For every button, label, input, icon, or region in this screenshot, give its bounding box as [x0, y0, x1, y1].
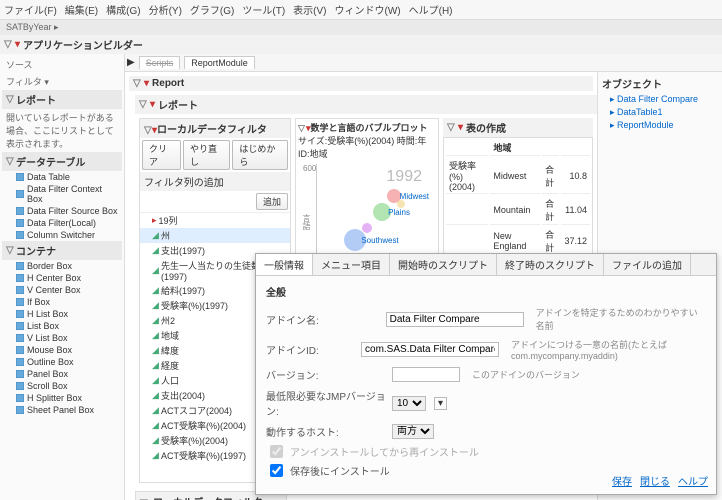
container-item[interactable]: H List Box: [2, 308, 122, 320]
dialog-tab[interactable]: メニュー項目: [313, 254, 390, 275]
menu-item[interactable]: ツール(T): [242, 2, 285, 17]
menu-item[interactable]: ファイル(F): [4, 2, 57, 17]
container-item[interactable]: H Splitter Box: [2, 392, 122, 404]
menu-item[interactable]: ヘルプ(H): [409, 2, 453, 17]
menu-item[interactable]: グラフ(G): [190, 2, 234, 17]
reinstall-checkbox: アンインストールしてから再インストール: [266, 442, 706, 461]
container-item[interactable]: Outline Box: [2, 356, 122, 368]
run-icon[interactable]: ▶: [127, 57, 135, 68]
left-sidebar: ソース フィルタ ▾ ▽レポート 開いているレポートがある場合、ここにリストとし…: [0, 54, 125, 500]
menu-item[interactable]: 編集(E): [65, 2, 98, 17]
save-button[interactable]: 保存: [612, 473, 632, 488]
object-item[interactable]: ▸ Data Filter Compare: [600, 93, 720, 106]
container-item[interactable]: List Box: [2, 320, 122, 332]
module-tabs: ▶ Scripts ReportModule: [125, 54, 722, 72]
dialog-tab[interactable]: 一般情報: [256, 254, 313, 275]
table-title: 表の作成: [466, 120, 506, 135]
help-button[interactable]: ヘルプ: [678, 473, 708, 488]
reportmodule-tab[interactable]: ReportModule: [184, 56, 255, 69]
app-builder-title: ▽ ▾ アプリケーションビルダー: [0, 35, 722, 54]
close-button[interactable]: 閉じる: [640, 473, 670, 488]
addin-version-input[interactable]: [392, 367, 460, 382]
col-count: 19列: [159, 214, 178, 227]
dialog-section: 全般: [266, 284, 706, 303]
container-item[interactable]: H Center Box: [2, 272, 122, 284]
reports-note: 開いているレポートがある場合、ここにリストとして表示されます。: [2, 109, 122, 152]
red-triangle-icon[interactable]: ▾: [15, 39, 20, 50]
year-label: 1992: [386, 168, 422, 186]
datatable-item[interactable]: Data Filter(Local): [2, 217, 122, 229]
document-tab[interactable]: SATByYear ▸: [0, 20, 722, 35]
menu-item[interactable]: 構成(G): [106, 2, 140, 17]
container-item[interactable]: V Center Box: [2, 284, 122, 296]
container-item[interactable]: Scroll Box: [2, 380, 122, 392]
container-item[interactable]: Panel Box: [2, 368, 122, 380]
clear-button[interactable]: クリア: [142, 140, 181, 170]
datatable-item[interactable]: Data Filter Context Box: [2, 183, 122, 205]
disclose-icon[interactable]: ▽: [4, 39, 12, 50]
filter-label[interactable]: フィルタ ▾: [2, 73, 122, 90]
datatables-header[interactable]: ▽データテーブル: [2, 152, 122, 171]
container-item[interactable]: If Box: [2, 296, 122, 308]
datatable-item[interactable]: Data Filter Source Box: [2, 205, 122, 217]
scripts-tab[interactable]: Scripts: [139, 56, 181, 69]
table-row: Mountain合計11.04: [446, 196, 590, 225]
datatable-item[interactable]: Column Switcher: [2, 229, 122, 241]
object-item[interactable]: ▸ ReportModule: [600, 119, 720, 132]
dialog-tab[interactable]: ファイルの追加: [604, 254, 691, 275]
menu-item[interactable]: ウィンドウ(W): [335, 2, 401, 17]
host-select[interactable]: 両方: [392, 424, 434, 439]
addin-dialog: 一般情報メニュー項目開始時のスクリプト終了時のスクリプトファイルの追加 全般 ア…: [255, 253, 717, 495]
undo-button[interactable]: やり直し: [183, 140, 230, 170]
add-button[interactable]: 追加: [256, 193, 288, 210]
menu-item[interactable]: 表示(V): [293, 2, 326, 17]
column-item[interactable]: ◢州: [140, 228, 290, 243]
table-row: New England合計37.12: [446, 227, 590, 256]
object-item[interactable]: ▸ DataTable1: [600, 106, 720, 119]
min-jmp-select[interactable]: 10: [392, 396, 426, 411]
menubar[interactable]: ファイル(F) 編集(E) 構成(G) 分析(Y) グラフ(G) ツール(T) 表示(V) ウ…: [0, 0, 722, 20]
addin-id-input[interactable]: [361, 342, 499, 357]
filter-cols-title: フィルタ列の追加: [140, 172, 290, 191]
container-item[interactable]: Sheet Panel Box: [2, 404, 122, 416]
dialog-tab[interactable]: 終了時のスクリプト: [497, 254, 604, 275]
report-label: Report: [152, 78, 184, 89]
reports-header[interactable]: ▽レポート: [2, 90, 122, 109]
dialog-tabs: 一般情報メニュー項目開始時のスクリプト終了時のスクリプトファイルの追加: [256, 254, 716, 276]
containers-header[interactable]: ▽コンテナ: [2, 241, 122, 260]
datatable-item[interactable]: Data Table: [2, 171, 122, 183]
restart-button[interactable]: はじめから: [232, 140, 288, 170]
sub-report-label: レポート: [158, 97, 198, 112]
dialog-tab[interactable]: 開始時のスクリプト: [390, 254, 497, 275]
container-item[interactable]: V List Box: [2, 332, 122, 344]
container-item[interactable]: Border Box: [2, 260, 122, 272]
container-item[interactable]: Mouse Box: [2, 344, 122, 356]
source-label: ソース: [2, 56, 122, 73]
menu-item[interactable]: 分析(Y): [149, 2, 182, 17]
objects-header: オブジェクト: [600, 74, 720, 93]
addin-name-input[interactable]: [386, 312, 524, 327]
table-row: 受験率(%)(2004)Midwest合計10.8: [446, 158, 590, 194]
